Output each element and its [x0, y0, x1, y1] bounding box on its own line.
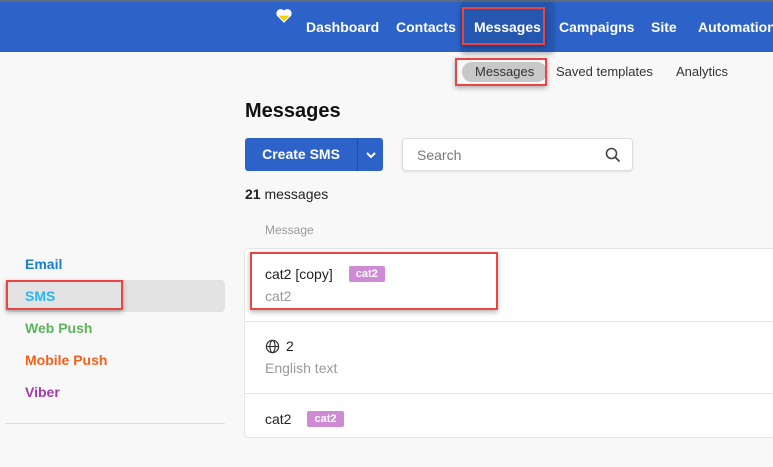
search-box [402, 138, 633, 171]
search-input[interactable] [417, 147, 597, 163]
sidebar-item-mobile-push[interactable]: Mobile Push [25, 352, 107, 368]
list-item[interactable]: cat2 [copy] cat2 cat2 [245, 249, 773, 322]
category-tag: cat2 [348, 266, 385, 282]
nav-contacts[interactable]: Contacts [396, 2, 456, 52]
page-title: Messages [245, 100, 341, 122]
message-title: cat2 [copy] [265, 266, 333, 282]
search-icon[interactable] [605, 147, 621, 163]
sidebar-item-email[interactable]: Email [25, 256, 62, 272]
list-item[interactable]: cat2 cat2 [245, 394, 773, 467]
globe-icon [265, 339, 280, 353]
subnav-saved-templates[interactable]: Saved templates [556, 62, 653, 82]
nav-dashboard[interactable]: Dashboard [306, 2, 379, 52]
divider [5, 423, 225, 424]
nav-messages[interactable]: Messages [462, 2, 553, 52]
count-label: messages [264, 186, 329, 202]
column-header-message: Message [265, 223, 314, 237]
subnav-messages[interactable]: Messages [462, 62, 548, 82]
create-sms-button[interactable]: Create SMS [245, 138, 357, 171]
message-list: cat2 [copy] cat2 cat2 2 English text cat2… [244, 248, 773, 438]
message-title: 2 [286, 338, 294, 354]
list-item[interactable]: 2 English text [245, 321, 773, 394]
message-count: 21 messages [245, 186, 328, 202]
nav-automation[interactable]: Automation [698, 2, 773, 52]
ukraine-heart-logo-icon [276, 9, 292, 23]
nav-campaigns[interactable]: Campaigns [559, 2, 634, 52]
sidebar-item-viber[interactable]: Viber [25, 384, 60, 400]
chevron-down-icon[interactable] [358, 138, 383, 171]
top-navigation-bar: Dashboard Contacts Messages Campaigns Si… [0, 0, 773, 52]
create-sms-split-button: Create SMS [245, 138, 383, 171]
message-subtitle: cat2 [265, 288, 292, 304]
message-subtitle: English text [265, 360, 338, 376]
count-number: 21 [245, 186, 261, 202]
sidebar-item-sms[interactable]: SMS [25, 288, 55, 304]
nav-site[interactable]: Site [651, 2, 677, 52]
subnav-analytics[interactable]: Analytics [676, 62, 728, 82]
sidebar-item-web-push[interactable]: Web Push [25, 320, 92, 336]
